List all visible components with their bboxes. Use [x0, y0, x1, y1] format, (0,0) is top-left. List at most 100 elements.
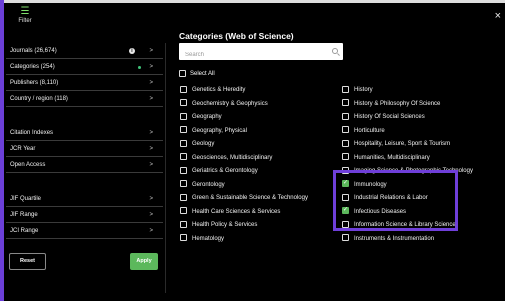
category-hematology[interactable]: Hematology [180, 233, 340, 247]
category-search-box[interactable] [179, 43, 343, 64]
category-gerontology[interactable]: Gerontology [180, 179, 340, 193]
category-history-philosophy-of-science[interactable]: History & Philosophy Of Science [342, 98, 502, 112]
reset-button[interactable]: Reset [9, 253, 46, 270]
category-hospitality-leisure-sport-tourism[interactable]: Hospitality, Leisure, Sport & Tourism [342, 138, 502, 152]
category-geography[interactable]: Geography [180, 111, 340, 125]
category-label: Gerontology [192, 181, 225, 188]
filter-country-region[interactable]: Country / region (118) > [6, 91, 163, 107]
close-icon[interactable]: × [495, 11, 501, 22]
checkbox-icon[interactable] [180, 180, 187, 188]
category-geosciences-multidisciplinary[interactable]: Geosciences, Multidisciplinary [180, 152, 340, 166]
category-health-policy-services[interactable]: Health Policy & Services [180, 219, 340, 233]
top-edge-bar [4, 0, 505, 3]
active-filter-dot [138, 66, 141, 69]
category-geology[interactable]: Geology [180, 138, 340, 152]
chevron-right-icon: > [149, 96, 153, 102]
filter-publishers[interactable]: Publishers (8,110) > [6, 75, 163, 91]
checkbox-icon[interactable] [180, 112, 187, 120]
info-icon[interactable]: i [129, 48, 135, 54]
category-label: Geography [192, 114, 222, 120]
category-label: Hospitality, Leisure, Sport & Tourism [354, 141, 451, 147]
category-label: Geology [192, 141, 215, 147]
category-label: Geography, Physical [192, 127, 247, 134]
checkbox-icon[interactable] [180, 166, 187, 174]
chevron-right-icon: > [149, 228, 153, 234]
chevron-right-icon: > [149, 212, 153, 218]
filter-country-region-label: Country / region (118) [10, 96, 68, 102]
filter-journals[interactable]: Journals (26,674) i > [6, 43, 163, 59]
category-instruments-instrumentation[interactable]: Instruments & Instrumentation [342, 233, 502, 247]
filter-categories-label: Categories (254) [10, 64, 55, 70]
category-history-of-social-sciences[interactable]: History Of Social Sciences [342, 111, 502, 125]
category-label: Genetics & Heredity [192, 87, 246, 93]
chevron-right-icon: > [149, 48, 153, 54]
chevron-right-icon: > [149, 196, 153, 202]
category-label: Health Policy & Services [192, 222, 258, 228]
category-column-left: Genetics & Heredity Geochemistry & Geophy… [180, 84, 340, 246]
checkbox-icon[interactable] [342, 234, 349, 242]
category-geriatrics-gerontology[interactable]: Geriatrics & Gerontology [180, 165, 340, 179]
category-label: Hematology [192, 235, 225, 242]
category-label: Instruments & Instrumentation [354, 235, 435, 242]
checkbox-icon[interactable] [342, 153, 349, 161]
checkbox-icon[interactable] [179, 70, 186, 77]
select-all-label: Select All [190, 71, 215, 78]
category-humanities-multidisciplinary[interactable]: Humanities, Multidisciplinary [342, 152, 502, 166]
category-label: History Of Social Sciences [354, 114, 425, 120]
filter-jcr-year[interactable]: JCR Year > [6, 141, 163, 157]
chevron-right-icon: > [149, 146, 153, 152]
filter-jcr-year-label: JCR Year [10, 146, 36, 152]
panel-divider [165, 43, 166, 293]
category-label: Geosciences, Multidisciplinary [192, 154, 273, 161]
filter-jif-quartile[interactable]: JIF Quartile > [6, 191, 163, 207]
filter-header[interactable]: ☰ Filter [10, 6, 40, 25]
category-health-care-sciences-services[interactable]: Health Care Sciences & Services [180, 206, 340, 220]
checkbox-icon[interactable] [342, 126, 349, 134]
category-label: Green & Sustainable Science & Technology [192, 195, 308, 201]
checkbox-icon[interactable] [180, 99, 187, 107]
checkbox-icon[interactable] [342, 112, 349, 120]
search-icon[interactable] [332, 48, 338, 54]
filter-icon: ☰ [20, 6, 30, 17]
chevron-right-icon: > [149, 80, 153, 86]
chevron-right-icon: > [149, 64, 153, 70]
checkbox-icon[interactable] [180, 126, 187, 134]
category-geography-physical[interactable]: Geography, Physical [180, 125, 340, 139]
chevron-right-icon: > [149, 162, 153, 168]
checkbox-icon[interactable] [180, 153, 187, 161]
categories-title: Categories (Web of Science) [179, 31, 294, 41]
filter-jif-range[interactable]: JIF Range > [6, 207, 163, 223]
checkbox-icon[interactable] [180, 207, 187, 215]
filter-open-access-label: Open Access [10, 162, 46, 168]
filter-citation-indexes-label: Citation Indexes [10, 130, 54, 136]
category-geochemistry-geophysics[interactable]: Geochemistry & Geophysics [180, 98, 340, 112]
select-all-checkbox[interactable]: Select All [179, 70, 215, 78]
category-horticulture[interactable]: Horticulture [342, 125, 502, 139]
checkbox-icon[interactable] [180, 234, 187, 242]
category-green-sustainable-science-technology[interactable]: Green & Sustainable Science & Technology [180, 192, 340, 206]
checkbox-icon[interactable] [180, 139, 187, 147]
checkbox-icon[interactable] [180, 85, 187, 93]
filter-jci-range[interactable]: JCI Range > [6, 223, 163, 239]
category-genetics-heredity[interactable]: Genetics & Heredity [180, 84, 340, 98]
category-label: Geriatrics & Gerontology [192, 168, 258, 174]
selection-highlight-box [333, 170, 458, 231]
checkbox-icon[interactable] [342, 139, 349, 147]
side-accent-strip [0, 0, 4, 301]
filter-open-access[interactable]: Open Access > [6, 157, 163, 173]
checkbox-icon[interactable] [342, 99, 349, 107]
filter-jif-quartile-label: JIF Quartile [10, 196, 42, 202]
filter-citation-indexes[interactable]: Citation Indexes > [6, 125, 163, 141]
checkbox-icon[interactable] [180, 193, 187, 201]
filter-journals-label: Journals (26,674) [10, 48, 57, 54]
category-search-input[interactable] [179, 46, 319, 64]
filter-jif-range-label: JIF Range [10, 212, 38, 218]
checkbox-icon[interactable] [342, 85, 349, 93]
filter-label: Filter [18, 18, 32, 24]
category-history[interactable]: History [342, 84, 502, 98]
filter-categories[interactable]: Categories (254) > [6, 59, 163, 75]
apply-button[interactable]: Apply [130, 253, 158, 270]
filter-sidebar: Journals (26,674) i > Categories (254) >… [6, 43, 163, 239]
category-label: History [354, 87, 373, 93]
checkbox-icon[interactable] [180, 220, 187, 228]
